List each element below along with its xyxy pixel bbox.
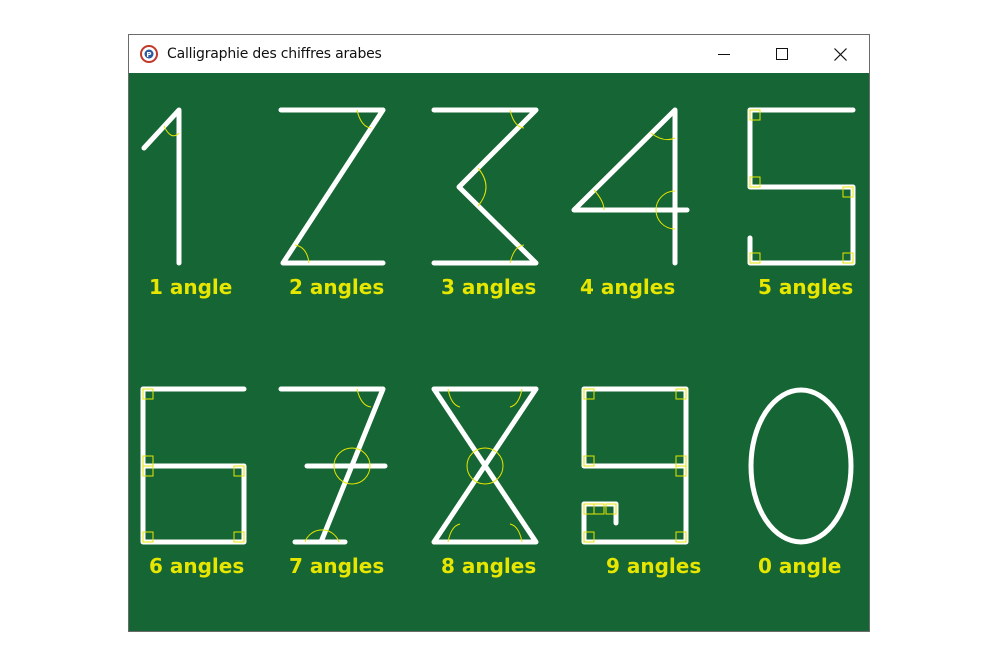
angle-marker bbox=[509, 388, 523, 408]
digit-7-label: 7 angles bbox=[289, 554, 385, 578]
angle-marker bbox=[650, 132, 676, 141]
close-button[interactable] bbox=[811, 35, 869, 73]
digit-2-stroke bbox=[278, 107, 386, 266]
digit-6-label: 6 angles bbox=[149, 554, 245, 578]
angle-marker bbox=[294, 244, 310, 264]
angle-marker bbox=[593, 189, 605, 211]
angle-marker bbox=[509, 523, 523, 543]
drawing-canvas: 1 angle 2 angles 3 angles 4 angles 5 ang… bbox=[129, 73, 869, 631]
digit-6-stroke bbox=[140, 386, 247, 545]
digit-2-label: 2 angles bbox=[289, 275, 385, 299]
digit-0-label: 0 angle bbox=[758, 554, 842, 578]
title-bar[interactable]: P Calligraphie des chiffres arabes bbox=[129, 35, 869, 73]
digit-4-stroke bbox=[571, 107, 690, 266]
angle-marker bbox=[477, 167, 487, 207]
maximize-button[interactable] bbox=[753, 35, 811, 73]
digit-5-label: 5 angles bbox=[758, 275, 854, 299]
digit-1-stroke bbox=[141, 107, 182, 266]
digit-8-label: 8 angles bbox=[441, 554, 537, 578]
app-window: P Calligraphie des chiffres arabes 1 ang… bbox=[128, 34, 870, 632]
close-icon bbox=[833, 47, 847, 61]
digit-9-label: 9 angles bbox=[606, 554, 702, 578]
digit-3-stroke bbox=[431, 107, 539, 266]
digit-0-stroke bbox=[748, 387, 854, 545]
svg-text:P: P bbox=[146, 51, 151, 59]
digit-4-label: 4 angles bbox=[580, 275, 676, 299]
app-logo-icon: P bbox=[139, 44, 159, 64]
angle-marker bbox=[356, 109, 372, 129]
angle-marker bbox=[447, 523, 461, 543]
minimize-icon bbox=[718, 54, 730, 55]
maximize-icon bbox=[776, 48, 788, 60]
angle-marker bbox=[447, 388, 461, 408]
angle-marker bbox=[356, 388, 372, 408]
minimize-button[interactable] bbox=[695, 35, 753, 73]
digit-5-stroke bbox=[747, 107, 856, 266]
digit-9-stroke bbox=[581, 386, 689, 545]
window-title: Calligraphie des chiffres arabes bbox=[167, 46, 382, 62]
digit-1-label: 1 angle bbox=[149, 275, 233, 299]
digit-3-label: 3 angles bbox=[441, 275, 537, 299]
digit-8-stroke bbox=[431, 386, 539, 545]
